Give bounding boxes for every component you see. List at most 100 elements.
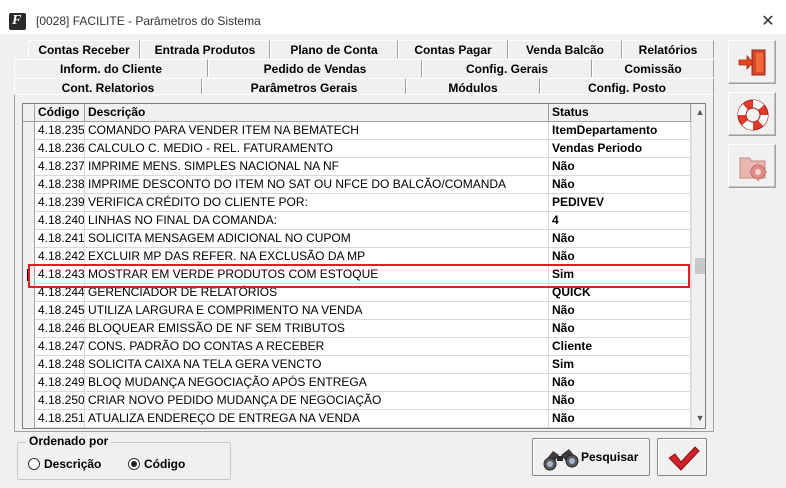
- table-row[interactable]: 4.18.248 SOLICITA CAIXA NA TELA GERA VENC…: [23, 356, 691, 374]
- cell-codigo[interactable]: 4.18.237: [35, 158, 85, 176]
- tab-inform-cliente[interactable]: Inform. do Cliente: [14, 59, 208, 77]
- cell-status[interactable]: Não: [549, 392, 691, 410]
- cell-codigo[interactable]: 4.18.238: [35, 176, 85, 194]
- cell-codigo[interactable]: 4.18.250: [35, 392, 85, 410]
- cell-descricao[interactable]: MOSTRAR EM VERDE PRODUTOS COM ESTOQUE: [85, 266, 549, 284]
- row-indicator: [23, 374, 35, 392]
- cell-codigo[interactable]: 4.18.236: [35, 140, 85, 158]
- tab-pedido-de-vendas[interactable]: Pedido de Vendas: [208, 59, 422, 77]
- table-row[interactable]: 4.18.250 CRIAR NOVO PEDIDO MUDANÇA DE NEG…: [23, 392, 691, 410]
- cell-status[interactable]: Não: [549, 230, 691, 248]
- cell-descricao[interactable]: SOLICITA MENSAGEM ADICIONAL NO CUPOM: [85, 230, 549, 248]
- cell-status[interactable]: Sim: [549, 356, 691, 374]
- cell-codigo[interactable]: 4.18.245: [35, 302, 85, 320]
- table-row[interactable]: 4.18.239 VERIFICA CRÉDITO DO CLIENTE POR:…: [23, 194, 691, 212]
- cell-descricao[interactable]: BLOQ MUDANÇA NEGOCIAÇÃO APÓS ENTREGA: [85, 374, 549, 392]
- help-button[interactable]: [728, 92, 776, 136]
- search-button[interactable]: Pesquisar: [532, 438, 650, 476]
- cell-codigo[interactable]: 4.18.246: [35, 320, 85, 338]
- row-indicator: [23, 122, 35, 140]
- table-row[interactable]: 4.18.235 COMANDO PARA VENDER ITEM NA BEMA…: [23, 122, 691, 140]
- cell-status[interactable]: Não: [549, 320, 691, 338]
- table-row[interactable]: 4.18.237 IMPRIME MENS. SIMPLES NACIONAL N…: [23, 158, 691, 176]
- cell-descricao[interactable]: GERENCIADOR DE RELATÓRIOS: [85, 284, 549, 302]
- scroll-up-icon[interactable]: ▲: [692, 104, 705, 120]
- cell-status[interactable]: 4: [549, 212, 691, 230]
- cell-codigo[interactable]: 4.18.251: [35, 410, 85, 428]
- table-row[interactable]: 4.18.247 CONS. PADRÃO DO CONTAS A RECEBER…: [23, 338, 691, 356]
- tab-plano-de-conta[interactable]: Plano de Conta: [270, 40, 398, 58]
- settings-button[interactable]: [728, 144, 776, 188]
- tab-entrada-produtos[interactable]: Entrada Produtos: [140, 40, 270, 58]
- cell-descricao[interactable]: CRIAR NOVO PEDIDO MUDANÇA DE NEGOCIAÇÃO: [85, 392, 549, 410]
- table-row[interactable]: 4.18.243 MOSTRAR EM VERDE PRODUTOS COM ES…: [23, 266, 691, 284]
- radio-descricao-circle[interactable]: [28, 458, 40, 470]
- cell-codigo[interactable]: 4.18.247: [35, 338, 85, 356]
- cell-codigo[interactable]: 4.18.249: [35, 374, 85, 392]
- table-row[interactable]: 4.18.244 GERENCIADOR DE RELATÓRIOS QUICK: [23, 284, 691, 302]
- cell-status[interactable]: Cliente: [549, 338, 691, 356]
- tab-contas-pagar[interactable]: Contas Pagar: [398, 40, 508, 58]
- cell-codigo[interactable]: 4.18.235: [35, 122, 85, 140]
- tab-venda-balcao[interactable]: Venda Balcão: [508, 40, 622, 58]
- cell-status[interactable]: Não: [549, 158, 691, 176]
- cell-descricao[interactable]: UTILIZA LARGURA E COMPRIMENTO NA VENDA: [85, 302, 549, 320]
- radio-codigo[interactable]: Código: [128, 457, 185, 471]
- header-descricao[interactable]: Descrição: [85, 104, 549, 122]
- table-row[interactable]: 4.18.242 EXCLUIR MP DAS REFER. NA EXCLUSÃ…: [23, 248, 691, 266]
- cell-descricao[interactable]: IMPRIME MENS. SIMPLES NACIONAL NA NF: [85, 158, 549, 176]
- header-codigo[interactable]: Código: [35, 104, 85, 122]
- header-status[interactable]: Status: [549, 104, 691, 122]
- cell-descricao[interactable]: CALCULO C. MEDIO - REL. FATURAMENTO: [85, 140, 549, 158]
- tab-config-gerais[interactable]: Config. Gerais: [422, 59, 592, 77]
- tab-contas-receber[interactable]: Contas Receber: [28, 40, 140, 58]
- vertical-scrollbar[interactable]: ▲ ▼: [691, 104, 705, 428]
- table-row[interactable]: 4.18.240 LINHAS NO FINAL DA COMANDA: 4: [23, 212, 691, 230]
- cell-descricao[interactable]: VERIFICA CRÉDITO DO CLIENTE POR:: [85, 194, 549, 212]
- cell-status[interactable]: Não: [549, 302, 691, 320]
- cell-descricao[interactable]: ATUALIZA ENDEREÇO DE ENTREGA NA VENDA: [85, 410, 549, 428]
- close-button[interactable]: ✕: [758, 12, 778, 32]
- cell-status[interactable]: PEDIVEV: [549, 194, 691, 212]
- tab-relatorios[interactable]: Relatórios: [622, 40, 714, 58]
- row-indicator: [23, 392, 35, 410]
- cell-status[interactable]: Vendas Periodo: [549, 140, 691, 158]
- cell-codigo[interactable]: 4.18.248: [35, 356, 85, 374]
- cell-codigo[interactable]: 4.18.244: [35, 284, 85, 302]
- radio-codigo-label: Código: [144, 457, 186, 471]
- scroll-down-icon[interactable]: ▼: [692, 410, 705, 426]
- cell-descricao[interactable]: IMPRIME DESCONTO DO ITEM NO SAT OU NFCE …: [85, 176, 549, 194]
- cell-status[interactable]: Não: [549, 248, 691, 266]
- cell-codigo[interactable]: 4.18.240: [35, 212, 85, 230]
- table-row[interactable]: 4.18.236 CALCULO C. MEDIO - REL. FATURAME…: [23, 140, 691, 158]
- cell-codigo[interactable]: 4.18.241: [35, 230, 85, 248]
- table-row[interactable]: 4.18.241 SOLICITA MENSAGEM ADICIONAL NO C…: [23, 230, 691, 248]
- cell-status[interactable]: Não: [549, 410, 691, 428]
- radio-codigo-circle[interactable]: [128, 458, 140, 470]
- cell-status[interactable]: Não: [549, 176, 691, 194]
- cell-status[interactable]: Não: [549, 374, 691, 392]
- cell-status[interactable]: ItemDepartamento: [549, 122, 691, 140]
- cell-codigo[interactable]: 4.18.242: [35, 248, 85, 266]
- confirm-button[interactable]: [657, 438, 707, 476]
- table-row[interactable]: 4.18.246 BLOQUEAR EMISSÃO DE NF SEM TRIBU…: [23, 320, 691, 338]
- cell-descricao[interactable]: SOLICITA CAIXA NA TELA GERA VENCTO: [85, 356, 549, 374]
- cell-status[interactable]: Sim: [549, 266, 691, 284]
- cell-codigo[interactable]: 4.18.243: [35, 266, 85, 284]
- parameters-grid[interactable]: Código Descrição Status 4.18.235 COMANDO …: [22, 103, 706, 429]
- tab-comissao[interactable]: Comissão: [592, 59, 714, 77]
- cell-descricao[interactable]: CONS. PADRÃO DO CONTAS A RECEBER: [85, 338, 549, 356]
- table-row[interactable]: 4.18.238 IMPRIME DESCONTO DO ITEM NO SAT …: [23, 176, 691, 194]
- exit-button[interactable]: [728, 40, 776, 84]
- cell-descricao[interactable]: BLOQUEAR EMISSÃO DE NF SEM TRIBUTOS: [85, 320, 549, 338]
- cell-codigo[interactable]: 4.18.239: [35, 194, 85, 212]
- cell-descricao[interactable]: COMANDO PARA VENDER ITEM NA BEMATECH: [85, 122, 549, 140]
- cell-descricao[interactable]: LINHAS NO FINAL DA COMANDA:: [85, 212, 549, 230]
- radio-descricao[interactable]: Descrição: [28, 457, 101, 471]
- table-row[interactable]: 4.18.245 UTILIZA LARGURA E COMPRIMENTO NA…: [23, 302, 691, 320]
- cell-descricao[interactable]: EXCLUIR MP DAS REFER. NA EXCLUSÃO DA MP: [85, 248, 549, 266]
- cell-status[interactable]: QUICK: [549, 284, 691, 302]
- table-row[interactable]: 4.18.251 ATUALIZA ENDEREÇO DE ENTREGA NA …: [23, 410, 691, 428]
- table-row[interactable]: 4.18.249 BLOQ MUDANÇA NEGOCIAÇÃO APÓS ENT…: [23, 374, 691, 392]
- scroll-thumb[interactable]: [695, 258, 705, 274]
